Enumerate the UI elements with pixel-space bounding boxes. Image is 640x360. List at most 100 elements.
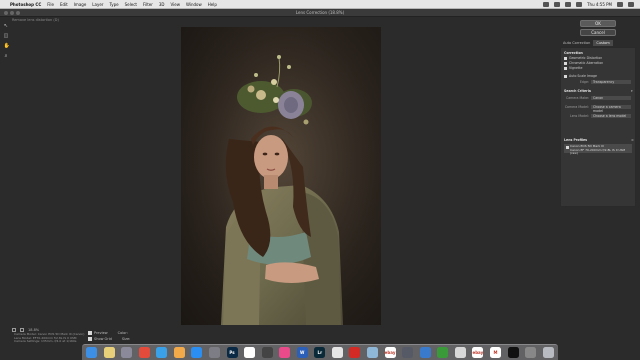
lens-profile-item[interactable]: Canon EOS 5D Mark III Canon EF 70-200mm …: [564, 144, 632, 155]
calculator-icon[interactable]: [261, 347, 273, 358]
dialog-title-bar: Lens Correction (18.8%): [0, 9, 640, 17]
image-preview[interactable]: [181, 27, 381, 325]
camera-make-select[interactable]: Canon: [591, 95, 631, 100]
camera-model-label: Camera Model:: [564, 105, 589, 109]
clock[interactable]: Thu 4:55 PM: [587, 2, 612, 7]
menu-file[interactable]: File: [47, 2, 54, 7]
photoshop-icon[interactable]: Ps: [226, 347, 238, 358]
menu-help[interactable]: Help: [208, 2, 217, 7]
system-preferences-icon[interactable]: [208, 347, 220, 358]
acrobat-icon[interactable]: [349, 347, 361, 358]
color-label: Color:: [117, 331, 128, 335]
size-label: Size:: [121, 337, 131, 341]
calendar-icon[interactable]: [244, 347, 256, 358]
vignette-checkbox[interactable]: Vignette: [564, 66, 582, 70]
remove-distortion-tool-icon[interactable]: ↖: [4, 24, 9, 29]
camera-settings-info: Camera Settings: 135mm, f/4.0 at 1/160s: [14, 339, 77, 344]
tab-auto-correction[interactable]: Auto Correction: [560, 40, 593, 46]
app-menu[interactable]: Photoshop CC: [10, 2, 41, 7]
vignette-label: Vignette: [569, 66, 583, 70]
checkbox-icon: [88, 337, 92, 341]
photos-icon[interactable]: [173, 347, 185, 358]
notification-center-icon[interactable]: [628, 1, 634, 7]
collapse-arrow-icon[interactable]: ▾: [631, 89, 633, 93]
straighten-tool-icon[interactable]: ◫: [4, 34, 9, 39]
preview-label: Preview: [94, 331, 108, 335]
ok-button[interactable]: OK: [580, 20, 616, 27]
textedit-icon[interactable]: [331, 347, 343, 358]
auto-scale-label: Auto Scale Image: [569, 74, 597, 78]
search-criteria-heading: Search Criteria: [564, 89, 591, 93]
edge-select[interactable]: Transparency: [591, 79, 631, 84]
checkbox-icon: [565, 146, 569, 149]
correction-heading: Correction: [564, 51, 583, 55]
tab-strip: Auto Correction Custom: [560, 40, 636, 46]
geometric-distortion-checkbox[interactable]: Geometric Distortion: [564, 56, 602, 60]
chrome-icon[interactable]: [138, 347, 150, 358]
lens-profiles-heading: Lens Profiles: [564, 138, 588, 142]
finder-icon[interactable]: [86, 347, 97, 358]
menu-view[interactable]: View: [171, 2, 181, 7]
geometric-distortion-label: Geometric Distortion: [569, 56, 603, 60]
profiles-menu-icon[interactable]: ≡: [631, 138, 634, 142]
safari-icon[interactable]: [156, 347, 168, 358]
ebay-2-icon[interactable]: ebay: [472, 347, 484, 358]
wifi-icon[interactable]: [554, 1, 561, 7]
close-window-button[interactable]: [4, 11, 8, 15]
menu-type[interactable]: Type: [109, 2, 118, 7]
menu-layer[interactable]: Layer: [92, 2, 103, 7]
grid-options: Show Grid Size:: [88, 337, 130, 341]
camtasia-icon[interactable]: [437, 347, 449, 358]
app-1-icon[interactable]: [402, 347, 414, 358]
chromatic-aberration-label: Chromatic Aberration: [569, 61, 604, 65]
menu-image[interactable]: Image: [74, 2, 87, 7]
menu-edit[interactable]: Edit: [60, 2, 68, 7]
tab-custom[interactable]: Custom: [593, 40, 613, 46]
battery-icon[interactable]: [576, 1, 583, 7]
notes-app-icon[interactable]: [103, 347, 115, 358]
dock: Ps W Lr ebay ebay M: [82, 344, 558, 360]
minimize-window-button[interactable]: [10, 11, 14, 15]
preview-checkbox[interactable]: Preview: [88, 331, 108, 335]
preview-options: Preview Color:: [88, 331, 128, 335]
camera-make-label: Camera Make:: [566, 96, 589, 100]
ebay-icon[interactable]: ebay: [384, 347, 396, 358]
camera-info: Camera Model: Canon EOS 5D Mark III (Can…: [14, 332, 84, 344]
zoom-window-button[interactable]: [16, 11, 20, 15]
show-grid-label: Show Grid: [94, 337, 112, 341]
checkbox-icon: [88, 331, 92, 335]
edge-label: Edge:: [579, 80, 589, 84]
lens-model-select[interactable]: Choose a lens model: [591, 113, 631, 118]
launchpad-icon[interactable]: [121, 347, 133, 358]
show-grid-checkbox[interactable]: Show Grid: [88, 337, 112, 341]
cancel-button[interactable]: Cancel: [580, 29, 616, 36]
itunes-icon[interactable]: [279, 347, 291, 358]
search-icon[interactable]: [617, 1, 623, 7]
dialog-title: Lens Correction (18.8%): [295, 10, 345, 15]
menu-window[interactable]: Window: [186, 2, 202, 7]
volume-icon[interactable]: [565, 1, 572, 7]
app-4-icon[interactable]: [507, 347, 519, 358]
app-3-icon[interactable]: [454, 347, 466, 358]
checkbox-icon: [564, 61, 567, 65]
preview-icon[interactable]: [367, 347, 378, 358]
app-store-icon[interactable]: [191, 347, 203, 358]
hand-tool-icon[interactable]: ✋: [4, 44, 10, 49]
camera-model-select[interactable]: Choose a camera model: [591, 104, 631, 113]
dropbox-icon[interactable]: [543, 1, 550, 7]
lightroom-icon[interactable]: Lr: [314, 347, 326, 358]
medium-icon[interactable]: M: [489, 347, 501, 358]
tool-hint: Remove lens distortion (D): [12, 18, 59, 22]
chromatic-aberration-checkbox[interactable]: Chromatic Aberration: [564, 61, 603, 65]
portrait-photo: [181, 27, 381, 325]
auto-scale-checkbox[interactable]: Auto Scale Image: [564, 74, 597, 78]
checkbox-icon: [564, 56, 567, 60]
menu-filter[interactable]: Filter: [143, 2, 153, 7]
app-2-icon[interactable]: [419, 347, 431, 358]
word-icon[interactable]: W: [296, 347, 308, 358]
app-5-icon[interactable]: [525, 347, 537, 358]
zoom-tool-icon[interactable]: ⌕: [4, 54, 9, 59]
menu-select[interactable]: Select: [125, 2, 137, 7]
trash-icon[interactable]: [542, 347, 554, 358]
menu-3d[interactable]: 3D: [159, 2, 165, 7]
